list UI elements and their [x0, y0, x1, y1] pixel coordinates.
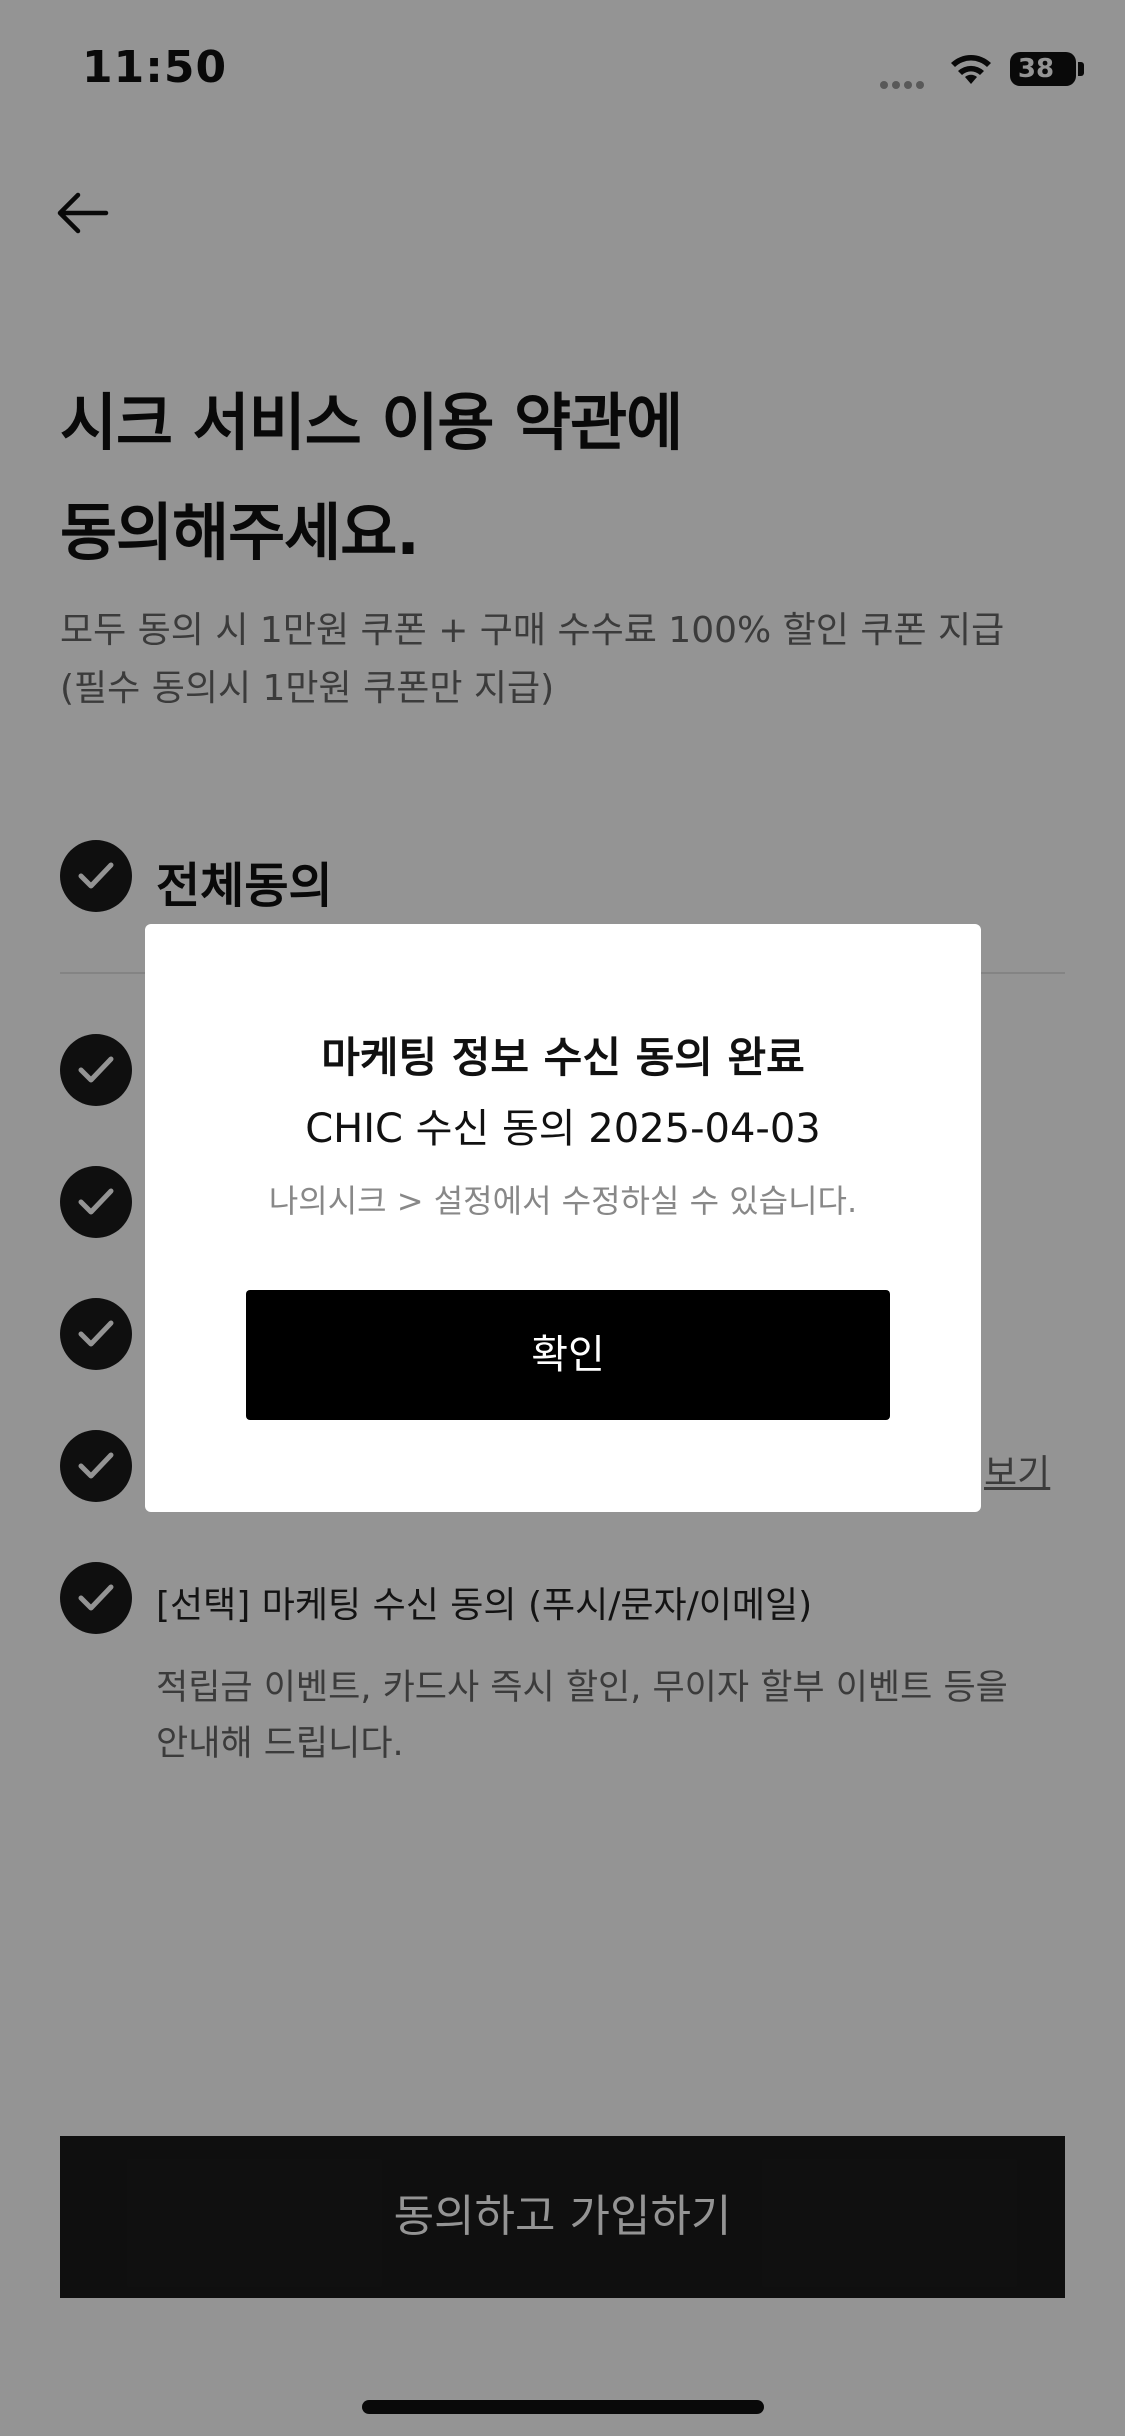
confirm-button[interactable]: 확인 [246, 1290, 890, 1420]
modal-consent-date: CHIC 수신 동의 2025-04-03 [305, 1106, 821, 1152]
modal-title: 마케팅 정보 수신 동의 완료 [321, 1033, 805, 1082]
modal-note: 나의시크 > 설정에서 수정하실 수 있습니다. [268, 1182, 858, 1220]
confirm-button-label: 확인 [531, 1333, 605, 1377]
consent-complete-modal: 마케팅 정보 수신 동의 완료 CHIC 수신 동의 2025-04-03 나의… [145, 924, 981, 1512]
